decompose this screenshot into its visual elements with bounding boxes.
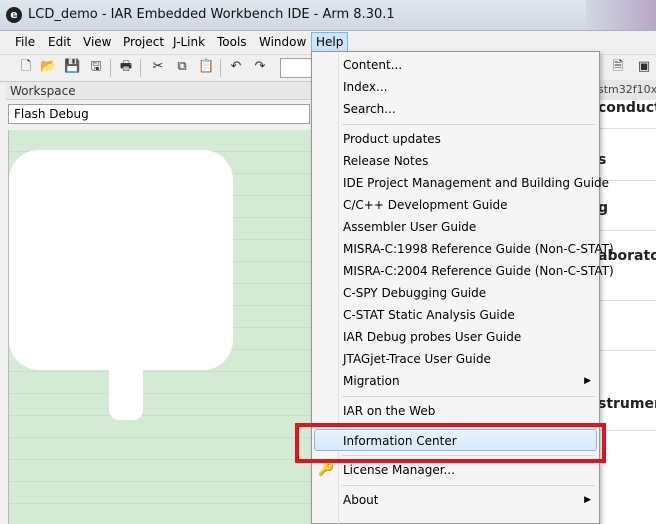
menu-item-label: Content... [343, 58, 403, 72]
workspace-header: Workspace [6, 82, 312, 100]
menu-item-misra-2004[interactable]: MISRA-C:2004 Reference Guide (Non-C-STAT… [314, 260, 614, 282]
menu-item-about[interactable]: About ▶ [314, 489, 597, 511]
copy-icon[interactable]: ⧉ [174, 59, 190, 75]
toolbar-icon-right[interactable]: ▣ [636, 59, 652, 75]
menu-window[interactable]: Window [255, 33, 310, 51]
paste-icon[interactable]: 📋 [198, 59, 214, 75]
workspace-tree[interactable] [8, 130, 313, 524]
menu-item-label: Search... [343, 102, 396, 116]
title-bar: e LCD_demo - IAR Embedded Workbench IDE … [0, 0, 656, 31]
menu-item-label: Release Notes [343, 154, 429, 168]
menu-view[interactable]: View [79, 33, 115, 51]
key-icon: 🔑 [318, 462, 335, 477]
menu-item-cpp-guide[interactable]: C/C++ Development Guide [314, 194, 597, 216]
menu-item-label: Product updates [343, 132, 441, 146]
menu-jlink[interactable]: J-Link [169, 33, 209, 51]
menu-bar: File Edit View Project J-Link Tools Wind… [0, 31, 656, 53]
new-file-icon[interactable]: 🗋 [18, 59, 34, 75]
menu-item-label: MISRA-C:1998 Reference Guide (Non-C-STAT… [343, 242, 614, 256]
configuration-select[interactable]: Flash Debug [8, 104, 310, 124]
toolbar-separator [110, 59, 111, 77]
menu-project[interactable]: Project [119, 33, 168, 51]
undo-icon[interactable]: ↶ [228, 59, 244, 75]
menu-tools[interactable]: Tools [213, 33, 251, 51]
menu-item-label: MISRA-C:2004 Reference Guide (Non-C-STAT… [343, 264, 614, 278]
menu-separator [342, 396, 595, 397]
editor-rule [596, 128, 656, 129]
menu-item-label: About [343, 493, 379, 507]
editor-text: conducto [598, 100, 656, 116]
redacted-area [109, 350, 143, 420]
menu-item-search[interactable]: Search... [314, 98, 597, 120]
menu-item-label: IAR Debug probes User Guide [343, 330, 522, 344]
menu-item-cstat-guide[interactable]: C-STAT Static Analysis Guide [314, 304, 597, 326]
save-icon[interactable]: 💾 [64, 59, 80, 75]
redo-icon[interactable]: ↷ [252, 59, 268, 75]
editor-tab[interactable]: stm32f10x_h [596, 80, 656, 100]
highlight-annotation-box [295, 423, 606, 463]
toolbar-separator [140, 59, 141, 77]
menu-item-cspy-guide[interactable]: C-SPY Debugging Guide [314, 282, 597, 304]
document-icon[interactable]: 🗎 [610, 59, 626, 75]
menu-item-product-updates[interactable]: Product updates [314, 128, 597, 150]
toolbar-separator [220, 59, 221, 77]
menu-item-label: JTAGjet-Trace User Guide [343, 352, 491, 366]
editor-text: strumen [598, 396, 656, 412]
menu-item-misra-1998[interactable]: MISRA-C:1998 Reference Guide (Non-C-STAT… [314, 238, 614, 260]
menu-item-index[interactable]: Index... [314, 76, 597, 98]
menu-item-label: Index... [343, 80, 388, 94]
menu-file[interactable]: File [11, 33, 39, 51]
submenu-arrow-icon: ▶ [584, 495, 591, 505]
menu-item-label: IDE Project Management and Building Guid… [343, 176, 610, 190]
menu-item-iar-on-web[interactable]: IAR on the Web [314, 400, 597, 422]
title-bar-decoration [586, 0, 656, 30]
editor-rule [596, 300, 656, 301]
window-title: LCD_demo - IAR Embedded Workbench IDE - … [28, 7, 395, 22]
menu-item-label: C/C++ Development Guide [343, 198, 508, 212]
editor-rule [596, 230, 656, 231]
menu-item-release-notes[interactable]: Release Notes [314, 150, 597, 172]
menu-item-label: Migration [343, 374, 400, 388]
menu-separator [342, 124, 595, 125]
menu-edit[interactable]: Edit [44, 33, 75, 51]
menu-separator [342, 485, 595, 486]
cut-icon[interactable]: ✂ [150, 59, 166, 75]
open-icon[interactable]: 📂 [40, 59, 56, 75]
menu-item-content[interactable]: Content... [314, 54, 597, 76]
save-all-icon[interactable]: 🖫 [88, 59, 104, 75]
menu-item-label: Assembler User Guide [343, 220, 477, 234]
menu-item-jtagjet-guide[interactable]: JTAGjet-Trace User Guide [314, 348, 597, 370]
menu-item-migration[interactable]: Migration ▶ [314, 370, 597, 392]
menu-item-label: C-STAT Static Analysis Guide [343, 308, 515, 322]
menu-item-label: IAR on the Web [343, 404, 436, 418]
menu-item-label: C-SPY Debugging Guide [343, 286, 487, 300]
iar-app-icon: e [6, 7, 22, 23]
menu-help[interactable]: Help [311, 32, 349, 52]
redacted-area [9, 150, 233, 370]
submenu-arrow-icon: ▶ [584, 376, 591, 386]
print-icon[interactable]: 🖶 [118, 59, 134, 75]
editor-rule [596, 350, 656, 351]
menu-item-ide-guide[interactable]: IDE Project Management and Building Guid… [314, 172, 609, 194]
menu-item-debug-probes-guide[interactable]: IAR Debug probes User Guide [314, 326, 597, 348]
menu-item-assembler-guide[interactable]: Assembler User Guide [314, 216, 597, 238]
